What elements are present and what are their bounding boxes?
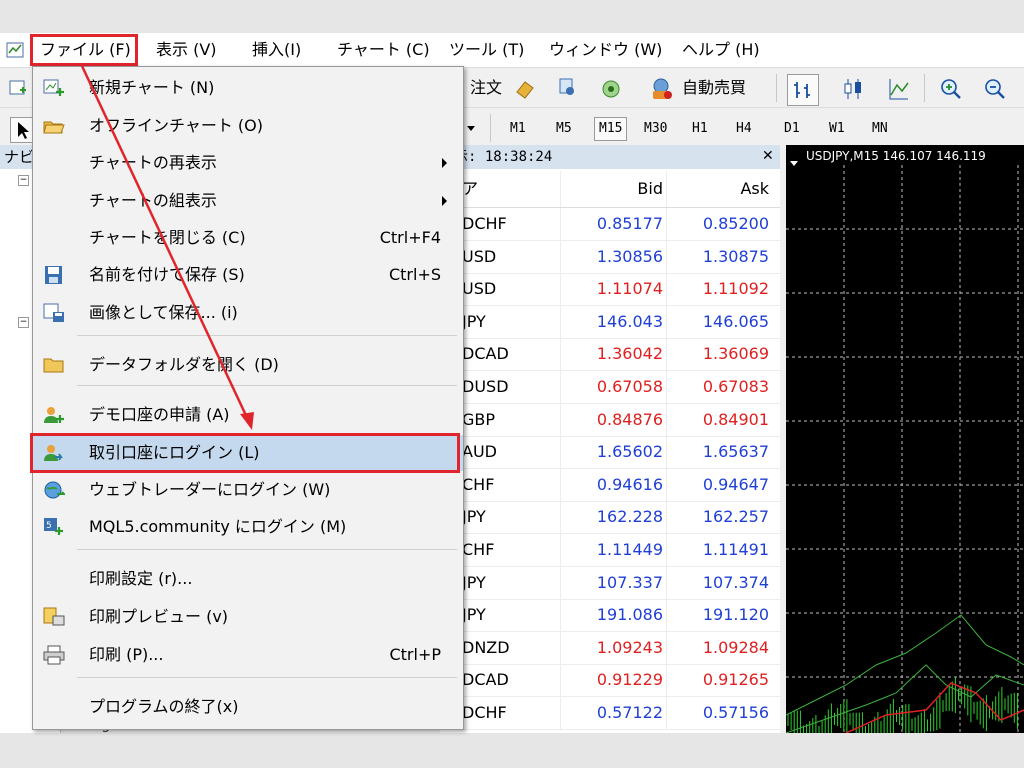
- annotation-arrow: [80, 65, 254, 430]
